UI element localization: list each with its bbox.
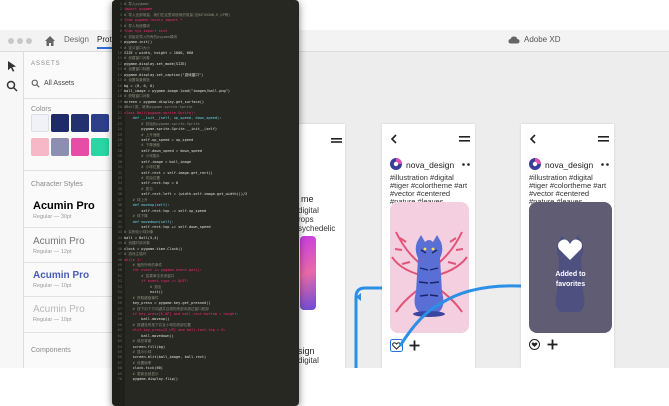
divider [24,98,120,99]
tool-bar [0,52,24,368]
code-line[interactable]: 70 pygame.display.flip() [114,377,297,382]
color-swatch[interactable] [51,138,69,156]
character-style-name: Acumin Pro [33,200,95,212]
divider [24,332,120,333]
code-text: pygame.display.flip() [124,377,179,382]
character-style-meta: Regular — 10pt [33,317,72,323]
character-style-meta: Regular — 10pt [33,283,72,289]
character-styles-section-label: Character Styles [31,181,83,188]
search-icon[interactable] [6,80,18,92]
character-style-name: Acumin Pro [33,270,90,281]
window-minimize-button[interactable] [17,38,23,44]
prototype-connector[interactable] [398,284,522,347]
assets-filter[interactable]: All Assets [31,76,115,90]
assets-title: ASSETS [31,61,61,67]
app-title: Adobe XD [508,35,560,44]
character-style-item[interactable]: Acumin Pro Regular — 10pt [33,270,89,289]
window-maximize-button[interactable] [26,38,32,44]
prototype-wires [354,284,522,368]
character-style-meta: Regular — 12pt [33,249,72,255]
artboard-canvas[interactable]: me digital rops sychedelic sign digital [270,52,669,368]
app-title-label: Adobe XD [524,35,561,44]
code-editor-panel[interactable]: 1 # 导入pygame 2 import pygame 3 # 导入全部常量，我们在这里… [112,0,299,406]
cloud-icon [508,36,520,43]
search-icon [31,79,40,88]
character-style-item[interactable]: Acumin Pro Regular — 10pt [33,304,85,323]
color-swatch[interactable] [71,114,89,132]
character-style-name: Acumin Pro [33,236,85,247]
colors-section-label: Colors [31,106,52,113]
divider [24,296,120,297]
tab-design[interactable]: Design [64,35,89,44]
color-swatch[interactable] [91,114,109,132]
character-style-item[interactable]: Acumin Pro Regular — 30pt [33,200,95,220]
components-section-label: Components [31,347,71,354]
title-bar: Design Prototype Adobe XD [0,30,669,52]
divider [24,227,120,228]
divider [24,262,120,263]
color-swatch[interactable] [71,138,89,156]
line-number: 70 [117,377,122,382]
select-arrow-icon[interactable] [6,60,18,72]
color-swatch[interactable] [31,138,49,156]
color-swatch[interactable] [91,138,109,156]
color-swatch[interactable] [51,114,69,132]
character-style-meta: Regular — 30pt [33,214,72,220]
divider [24,170,120,171]
screenshot-stage: Design Prototype Adobe XD ASSETS [0,0,669,406]
home-icon[interactable] [44,35,56,47]
color-swatch[interactable] [31,114,49,132]
assets-filter-label: All Assets [44,79,75,87]
character-style-name: Acumin Pro [33,304,85,315]
xd-window: Design Prototype Adobe XD ASSETS [0,30,669,368]
assets-panel: ASSETS All Assets Colors Character Style… [24,52,120,368]
code-lines[interactable]: 1 # 导入pygame 2 import pygame 3 # 导入全部常量，我们在这里… [114,2,297,383]
character-style-item[interactable]: Acumin Pro Regular — 12pt [33,236,85,255]
window-close-button[interactable] [8,38,14,44]
